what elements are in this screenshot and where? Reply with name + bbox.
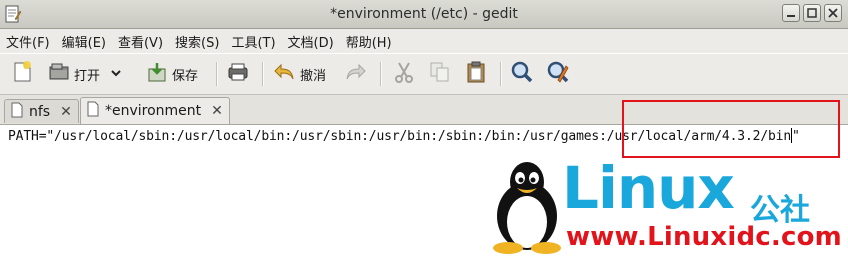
title-bar: *environment (/etc) - gedit (0, 0, 848, 29)
save-label: 保存 (172, 68, 199, 84)
menu-bar: 文件(F) 编辑(E) 查看(V) 搜索(S) 工具(T) 文档(D) 帮助(H… (0, 29, 848, 53)
copy-button[interactable] (428, 60, 452, 88)
redo-icon (344, 61, 368, 87)
menu-search[interactable]: 搜索(S) (169, 32, 225, 51)
undo-button[interactable]: 撤消 (272, 60, 326, 88)
chevron-down-icon[interactable] (110, 67, 122, 82)
toolbar-separator (262, 62, 264, 86)
toolbar-separator (500, 62, 502, 86)
paste-icon (464, 60, 488, 88)
open-button[interactable]: 打开 (48, 60, 122, 88)
undo-icon (272, 61, 296, 87)
tab-nfs[interactable]: nfs ✕ (4, 99, 79, 123)
paste-button[interactable] (464, 60, 488, 88)
find-button[interactable] (510, 60, 534, 88)
find-icon (510, 60, 534, 88)
print-button[interactable] (226, 60, 250, 88)
watermark-url: www.Linuxidc.com (566, 222, 842, 252)
tab-label: nfs (29, 103, 51, 120)
find-replace-icon (546, 60, 570, 88)
close-tab-icon[interactable]: ✕ (211, 103, 223, 119)
tab-environment[interactable]: *environment ✕ (80, 97, 230, 124)
open-label: 打开 (74, 68, 101, 84)
document-icon (87, 101, 99, 121)
toolbar: 打开 保存 撤消 (0, 54, 848, 95)
tux-penguin-logo (488, 158, 566, 254)
watermark-brand: Linux (562, 154, 735, 222)
cut-icon (392, 60, 416, 88)
close-tab-icon[interactable]: ✕ (60, 104, 72, 120)
menu-documents[interactable]: 文档(D) (282, 32, 340, 51)
menu-tools[interactable]: 工具(T) (225, 32, 281, 51)
open-folder-icon (48, 61, 70, 87)
highlight-annotation-box (622, 100, 840, 158)
menu-edit[interactable]: 编辑(E) (56, 32, 112, 51)
new-document-icon (10, 60, 34, 88)
copy-icon (428, 60, 452, 88)
close-icon[interactable] (824, 4, 842, 22)
minimize-icon[interactable] (782, 4, 800, 22)
maximize-icon[interactable] (803, 4, 821, 22)
toolbar-separator (380, 62, 382, 86)
cut-button[interactable] (392, 60, 416, 88)
window-title: *environment (/etc) - gedit (330, 6, 518, 22)
find-replace-button[interactable] (546, 60, 570, 88)
document-icon (11, 102, 23, 122)
new-button[interactable] (10, 60, 34, 88)
save-button[interactable]: 保存 (146, 60, 198, 88)
print-icon (226, 60, 250, 88)
save-icon (146, 61, 168, 87)
undo-label: 撤消 (300, 68, 327, 84)
tab-label: *environment (105, 103, 202, 119)
toolbar-separator (216, 62, 218, 86)
menu-file[interactable]: 文件(F) (0, 32, 56, 51)
window-controls (782, 4, 842, 22)
redo-button[interactable] (344, 60, 368, 88)
menu-view[interactable]: 查看(V) (112, 32, 169, 51)
menu-help[interactable]: 帮助(H) (340, 32, 398, 51)
